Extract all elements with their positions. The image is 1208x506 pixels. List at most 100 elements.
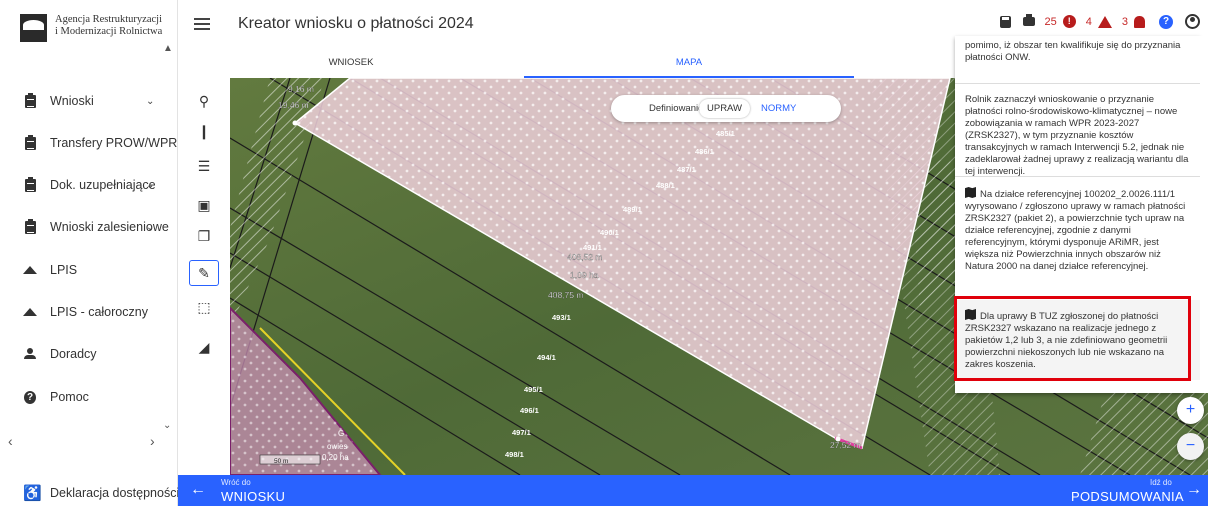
chevron-down-icon: ⌄ bbox=[146, 95, 155, 107]
sidebar-item-label: LPIS - całoroczny bbox=[50, 305, 148, 319]
message-onw: pomimo, iż obszar ten kwalifikuje się do… bbox=[965, 40, 1181, 63]
logo-line-2: i Modernizacji Rolnictwa bbox=[55, 26, 163, 37]
clipboard-icon bbox=[24, 134, 36, 150]
vertex-edit-icon[interactable]: ⬚ bbox=[189, 294, 219, 320]
error-circle-icon[interactable]: ! bbox=[1062, 15, 1076, 28]
sidebar-item-label: Dok. uzupełniające bbox=[50, 178, 156, 192]
chevron-left-icon[interactable]: ‹ bbox=[8, 433, 13, 449]
map-icon bbox=[965, 187, 976, 198]
mode-option-normy[interactable]: NORMY bbox=[761, 103, 796, 114]
measurement-label: 408,52 m bbox=[567, 252, 602, 262]
parcel-label: 495/1 bbox=[524, 385, 543, 394]
chevron-up-icon[interactable]: ▲ bbox=[163, 43, 173, 54]
mountain-icon bbox=[23, 305, 37, 319]
sidebar-item-wnioski[interactable]: Wnioski ⌄ bbox=[0, 89, 178, 113]
header-actions: 25 ! 4 3 ? bbox=[999, 14, 1200, 29]
chevron-down-icon: ⌄ bbox=[146, 221, 155, 233]
parcel-label: 493/1 bbox=[552, 313, 571, 322]
map-toolbar: ⚲ ❙ ☰ ▣ ❐ ✎ ⬚ ◢ bbox=[178, 78, 230, 475]
crop-area-label: owies bbox=[327, 442, 347, 451]
search-icon[interactable]: ⚲ bbox=[189, 88, 219, 114]
parcel-label: 486/1 bbox=[695, 147, 714, 156]
person-icon bbox=[24, 347, 36, 361]
accessibility-icon: ♿ bbox=[23, 485, 42, 502]
zoom-out-button[interactable]: − bbox=[1177, 433, 1204, 460]
save-icon[interactable] bbox=[999, 15, 1011, 28]
sidebar-horizontal-scrollbar[interactable]: ‹ › bbox=[0, 433, 178, 449]
hamburger-menu-icon[interactable] bbox=[194, 18, 210, 30]
print-icon[interactable] bbox=[1022, 14, 1035, 26]
definition-mode-switch: Definiowanie UPRAW NORMY bbox=[611, 95, 841, 122]
wizard-navigation-bar: ← Wróć do WNIOSKU Idź do PODSUMOWANIA → bbox=[178, 475, 1208, 506]
scale-label: 50 m bbox=[274, 458, 288, 465]
back-button[interactable]: WNIOSKU bbox=[221, 489, 285, 504]
measurement-label: 1,09 ha bbox=[570, 270, 599, 280]
mode-option-upraw[interactable]: UPRAW bbox=[699, 99, 751, 118]
warning-triangle-icon[interactable] bbox=[1097, 15, 1112, 28]
parcel-label: 487/1 bbox=[677, 165, 696, 174]
parcel-label: 494/1 bbox=[537, 353, 556, 362]
sidebar-item-pomoc[interactable]: ? Pomoc bbox=[0, 385, 178, 409]
sidebar-item-lpis-caloroczny[interactable]: LPIS - całoroczny bbox=[0, 300, 178, 324]
measure-angle-icon[interactable]: ◢ bbox=[189, 334, 219, 360]
parcel-label: 490/1 bbox=[600, 228, 619, 237]
accessibility-link[interactable]: ♿ Deklaracja dostępności bbox=[0, 480, 180, 506]
sidebar-item-transfery[interactable]: Transfery PROW/WPR bbox=[0, 131, 178, 155]
message-natura-area[interactable]: Na działce referencyjnej 100202_2.0026.1… bbox=[955, 176, 1200, 273]
help-icon: ? bbox=[24, 390, 36, 404]
parcel-label: 488/1 bbox=[656, 181, 675, 190]
message-zrsk-transaction: Rolnik zaznaczył wnioskowanie o przyznan… bbox=[955, 83, 1200, 178]
draw-pencil-icon[interactable]: ✎ bbox=[189, 260, 219, 286]
tab-wniosek[interactable]: WNIOSEK bbox=[226, 52, 476, 78]
list-icon[interactable]: ☰ bbox=[189, 153, 219, 179]
arrow-right-icon[interactable]: → bbox=[1186, 481, 1202, 499]
sidebar-item-label: LPIS bbox=[50, 263, 78, 277]
crop-area-label: G bbox=[338, 429, 344, 438]
logo-line-1: Agencja Restrukturyzacji bbox=[55, 14, 162, 25]
zoom-in-button[interactable]: + bbox=[1177, 397, 1204, 424]
mountain-icon bbox=[23, 263, 37, 277]
scale-bar bbox=[259, 454, 321, 465]
bell-icon[interactable] bbox=[1134, 15, 1145, 28]
warning-count: 3 bbox=[1121, 15, 1128, 28]
next-button[interactable]: PODSUMOWANIA bbox=[1071, 489, 1184, 504]
parcel-label: 497/1 bbox=[512, 428, 531, 437]
chevron-down-icon[interactable]: ⌄ bbox=[163, 420, 171, 431]
highlight-box bbox=[954, 296, 1191, 381]
crop-area-label: 0,20 ha bbox=[322, 453, 349, 462]
definition-mode-label: Definiowanie bbox=[649, 103, 704, 114]
arrow-left-icon[interactable]: ← bbox=[190, 481, 206, 499]
sidebar-item-lpis[interactable]: LPIS bbox=[0, 258, 178, 282]
sidebar-item-label: Transfery PROW/WPR bbox=[50, 136, 178, 150]
parcel-label: 485/1 bbox=[716, 129, 735, 138]
chevron-down-icon: ⌄ bbox=[146, 179, 155, 191]
info-count: 25 bbox=[1044, 15, 1057, 28]
clipboard-icon bbox=[24, 92, 36, 108]
measurement-label: 27,52 m bbox=[830, 440, 861, 450]
panel-scrollbar[interactable] bbox=[1200, 36, 1208, 393]
sidebar-item-label: Doradcy bbox=[50, 347, 97, 361]
message-text: Na działce referencyjnej 100202_2.0026.1… bbox=[965, 189, 1186, 272]
vertex-point[interactable] bbox=[292, 120, 298, 126]
parcel-label: 489/1 bbox=[623, 205, 642, 214]
sidebar-item-doradcy[interactable]: Doradcy bbox=[0, 342, 178, 366]
clipboard-icon bbox=[24, 218, 36, 234]
chevron-right-icon[interactable]: › bbox=[150, 433, 155, 449]
measurement-label: 9,16 m bbox=[288, 84, 314, 94]
accessibility-label: Deklaracja dostępności bbox=[50, 486, 180, 500]
sidebar-item-dok-uzupelniajace[interactable]: Dok. uzupełniające ⌄ bbox=[0, 173, 178, 197]
select-area-icon[interactable]: ▣ bbox=[189, 192, 219, 218]
parcel-label: 496/1 bbox=[520, 406, 539, 415]
page-title: Kreator wniosku o płatności 2024 bbox=[238, 15, 474, 32]
arimr-logo-icon bbox=[20, 14, 47, 42]
sidebar: Agencja Restrukturyzacji i Modernizacji … bbox=[0, 0, 180, 506]
arimr-logo[interactable]: Agencja Restrukturyzacji i Modernizacji … bbox=[20, 14, 165, 42]
copy-geometry-icon[interactable]: ❐ bbox=[189, 223, 219, 249]
user-account-icon[interactable] bbox=[1185, 14, 1200, 29]
sidebar-item-label: Wnioski bbox=[50, 94, 94, 108]
sidebar-item-wnioski-zalesieniowe[interactable]: Wnioski zalesieniowe ⌄ bbox=[0, 215, 178, 239]
help-icon[interactable]: ? bbox=[1159, 14, 1173, 29]
layers-pin-icon[interactable]: ❙ bbox=[189, 118, 219, 144]
back-caption: Wróć do bbox=[221, 478, 251, 487]
tab-mapa[interactable]: MAPA bbox=[524, 52, 854, 78]
